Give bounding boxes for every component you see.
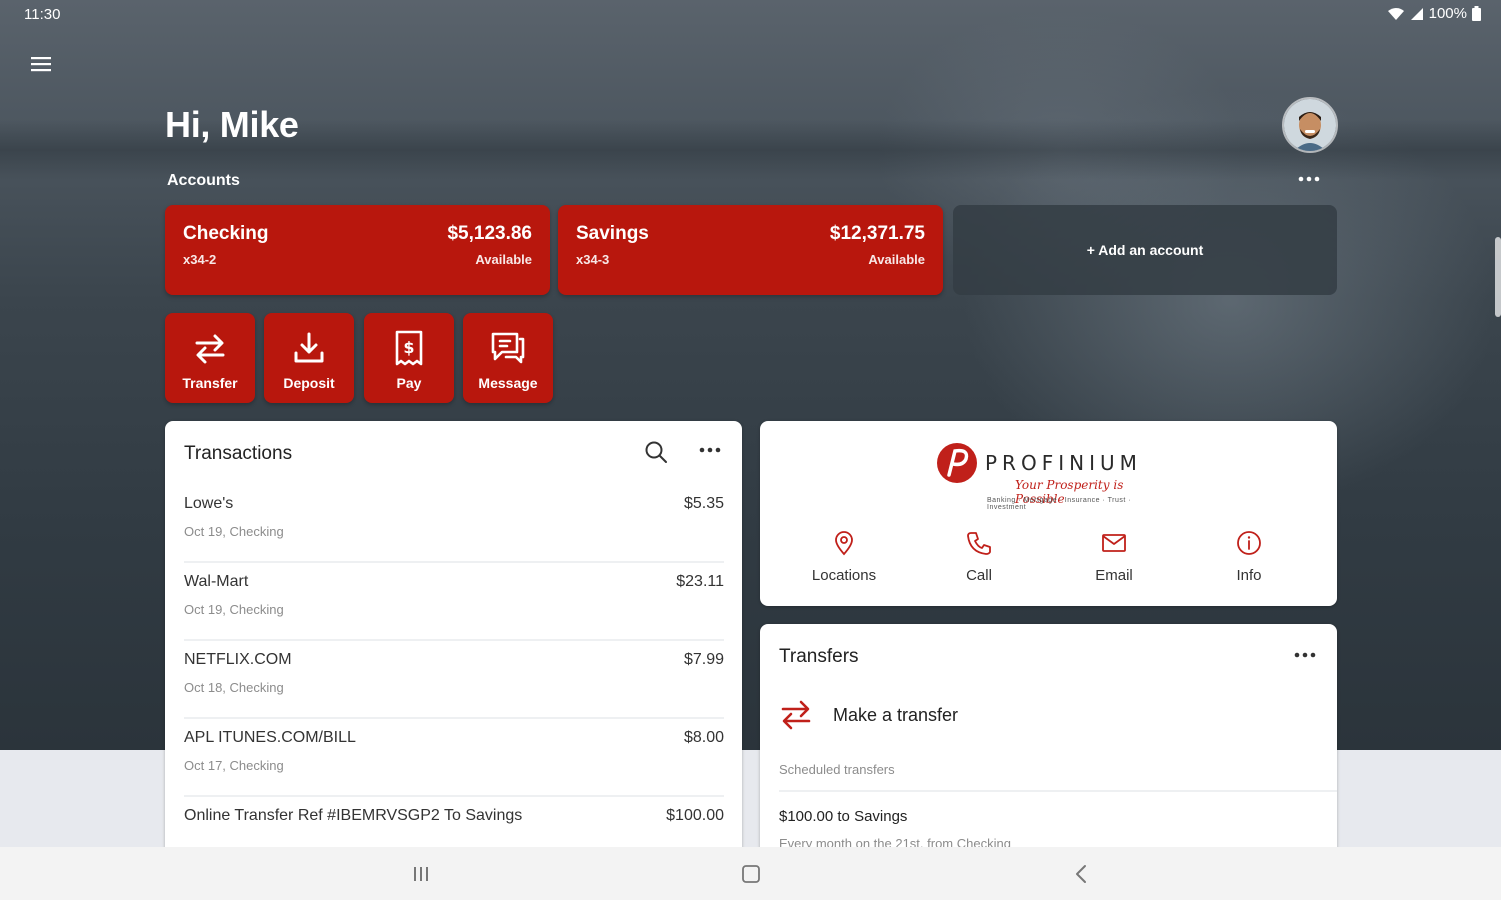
brand-name: PROFINIUM [985,451,1142,475]
more-horizontal-icon [699,447,721,453]
account-number: x34-2 [183,252,217,267]
status-indicators: 100% [1387,5,1481,22]
home-button[interactable] [736,861,766,887]
recent-apps-button[interactable] [406,861,436,887]
email-button[interactable]: Email [1054,529,1174,584]
transfers-panel: Transfers Make a transfer Scheduled tran… [760,624,1337,864]
scheduled-transfer-title[interactable]: $100.00 to Savings [779,808,907,825]
transactions-title: Transactions [184,443,293,464]
account-balance-label: Available [475,252,532,267]
search-icon [645,441,667,463]
profinium-logo-mark [937,443,977,483]
make-transfer-label: Make a transfer [833,704,959,725]
dollar-receipt-icon: $ [394,329,424,367]
status-time: 11:30 [24,6,61,23]
transaction-description: Lowe's [184,495,234,512]
status-bar: 11:30 100% [0,0,1501,28]
action-label: Message [478,375,538,391]
battery-icon [1472,6,1481,21]
home-icon [742,865,760,883]
add-account-button[interactable]: + Add an account [953,205,1337,295]
account-number: x34-3 [576,252,610,267]
account-card-checking[interactable]: Checking x34-2 $5,123.86 Available [165,205,550,295]
transfers-more-button[interactable] [1290,644,1320,666]
transaction-row[interactable]: NETFLIX.COM Oct 18, Checking $7.99 [184,641,724,719]
transaction-amount: $5.35 [683,495,724,512]
svg-text:$: $ [403,338,414,357]
brand-panel: PROFINIUM Your Prosperity is Possible Ba… [760,421,1337,606]
action-label: Deposit [283,375,335,391]
transaction-description: Online Transfer Ref #IBEMRVSGP2 To Savin… [184,807,523,824]
transaction-description: NETFLIX.COM [184,651,292,668]
signal-icon [1410,7,1423,20]
contact-label: Info [1236,567,1262,584]
recent-apps-icon [414,867,428,881]
transaction-meta: Oct 19, Checking [184,524,284,539]
account-name: Savings [576,223,649,244]
message-icon [490,329,526,367]
download-icon [292,329,326,367]
phone-icon [966,529,992,557]
pay-action-button[interactable]: $ Pay [364,313,454,403]
transactions-panel: Transactions Lowe's Oct 19, Checking $5.… [165,421,742,861]
account-card-savings[interactable]: Savings x34-3 $12,371.75 Available [558,205,943,295]
account-name: Checking [183,223,269,244]
contact-label: Email [1095,567,1133,584]
call-button[interactable]: Call [919,529,1039,584]
transfers-title: Transfers [779,646,859,667]
account-balance-label: Available [868,252,925,267]
account-balance: $12,371.75 [829,223,925,244]
brand-logo: PROFINIUM Your Prosperity is Possible Ba… [935,441,1165,511]
brand-services: Banking · Mortgage · Insurance · Trust ·… [987,497,1132,511]
locations-button[interactable]: Locations [784,529,904,584]
transaction-row[interactable]: Lowe's Oct 19, Checking $5.35 [184,485,724,563]
system-navigation-bar [0,847,1501,900]
transaction-row[interactable]: Wal-Mart Oct 19, Checking $23.11 [184,563,724,641]
transfer-icon [193,329,227,367]
deposit-action-button[interactable]: Deposit [264,313,354,403]
transactions-more-button[interactable] [695,439,725,461]
hamburger-icon [31,57,51,72]
divider [779,790,1337,792]
transaction-amount: $8.00 [683,729,724,746]
transaction-meta: Oct 19, Checking [184,602,284,617]
info-button[interactable]: Info [1189,529,1309,584]
more-horizontal-icon [1298,176,1320,182]
transaction-amount: $23.11 [676,573,724,590]
wifi-icon [1387,7,1404,20]
transfer-action-button[interactable]: Transfer [165,313,255,403]
info-icon [1236,529,1262,557]
transactions-search-button[interactable] [643,439,669,465]
battery-percent: 100% [1428,5,1467,22]
contact-label: Locations [811,567,877,584]
avatar-photo [1284,99,1336,151]
make-transfer-button[interactable]: Make a transfer [779,698,958,732]
transaction-description: APL ITUNES.COM/BILL [184,729,356,746]
transaction-amount: $100.00 [666,807,724,824]
location-pin-icon [833,529,855,557]
chevron-left-icon [1076,865,1086,883]
menu-button[interactable] [26,50,56,78]
account-balance: $5,123.86 [447,223,532,244]
transaction-meta: Oct 18, Checking [184,680,284,695]
action-label: Transfer [182,375,238,391]
transaction-meta: Oct 17, Checking [184,758,284,773]
action-label: Pay [396,375,422,391]
scheduled-transfers-label: Scheduled transfers [779,762,895,777]
scrollbar-thumb[interactable] [1495,237,1501,317]
accounts-more-button[interactable] [1294,168,1324,190]
contact-label: Call [966,567,992,584]
envelope-icon [1101,529,1127,557]
greeting-title: Hi, Mike [165,104,299,145]
transaction-amount: $7.99 [683,651,724,668]
transaction-description: Wal-Mart [184,573,249,590]
more-horizontal-icon [1294,652,1316,658]
accounts-label: Accounts [167,172,240,189]
transaction-row[interactable]: APL ITUNES.COM/BILL Oct 17, Checking $8.… [184,719,724,797]
transfer-icon [781,700,811,730]
back-button[interactable] [1066,861,1096,887]
message-action-button[interactable]: Message [463,313,553,403]
avatar[interactable] [1282,97,1338,153]
